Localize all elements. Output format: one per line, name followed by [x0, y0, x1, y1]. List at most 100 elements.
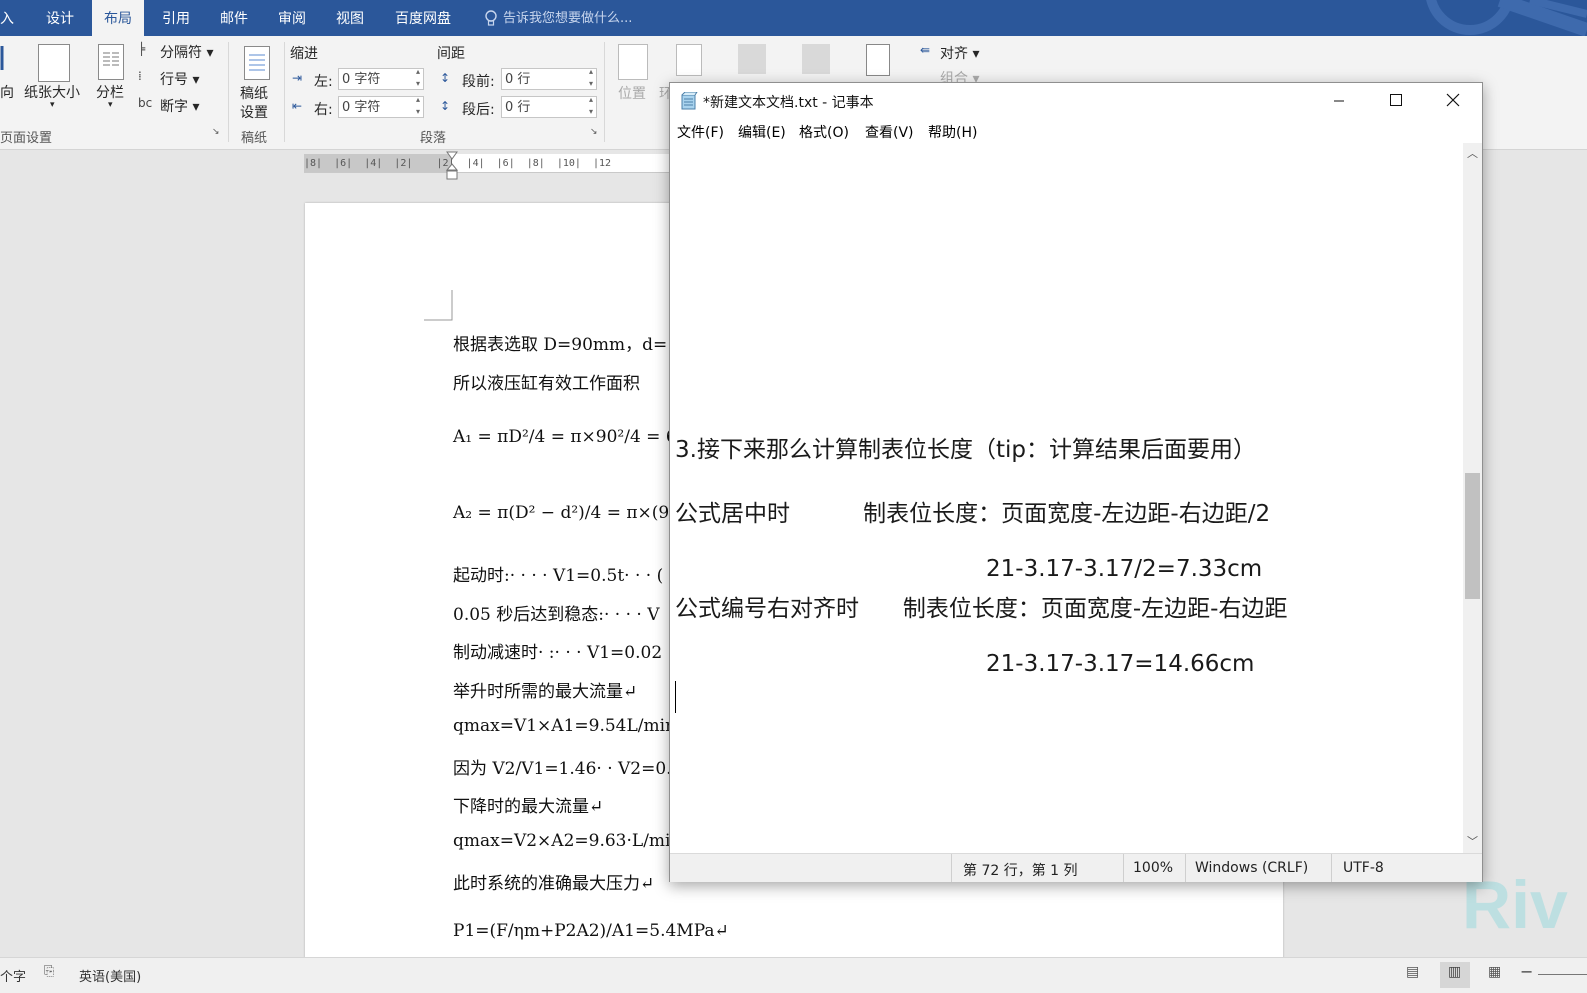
- position-icon: [618, 44, 648, 80]
- tab-mailings[interactable]: 邮件: [220, 0, 248, 36]
- breaks-icon: ╞: [138, 42, 146, 56]
- bring-forward-icon: [738, 44, 766, 74]
- doc-line: 此时系统的准确最大压力↵: [453, 874, 655, 894]
- word-count[interactable]: 个字: [0, 966, 26, 985]
- text-line: 3.接下来那么计算制表位长度（tip：计算结果后面要用）: [675, 437, 1256, 463]
- indent-left-label: 左:: [314, 74, 333, 90]
- language-indicator[interactable]: 英语(美国): [79, 966, 141, 985]
- menu-edit[interactable]: 编辑(E): [738, 122, 786, 142]
- spacing-before-label: 段前:: [462, 74, 495, 90]
- group-divider: [604, 42, 605, 142]
- paper-size-button[interactable]: 纸张大小: [24, 82, 80, 102]
- word-ribbon-tabbar: 入 设计 布局 引用 邮件 审阅 视图 百度网盘 告诉我您想要做什么...: [0, 0, 1587, 36]
- scroll-down-icon[interactable]: ﹀: [1467, 833, 1478, 849]
- draft-paper-button[interactable]: 稿纸: [240, 83, 268, 103]
- orientation-icon: [0, 46, 4, 70]
- web-layout-icon[interactable]: ▦: [1488, 964, 1501, 980]
- text-line: 公式居中时 制表位长度：页面宽度-左边距-右边距/2: [675, 501, 1271, 527]
- tab-references[interactable]: 引用: [162, 0, 190, 36]
- menu-format[interactable]: 格式(O): [799, 122, 849, 142]
- wrap-text-icon: [676, 44, 702, 76]
- spacing-after-icon: ↕: [440, 99, 451, 113]
- notepad-title-bar[interactable]: *新建文本文档.txt - 记事本: [670, 83, 1482, 119]
- chevron-down-icon: ▾: [108, 100, 113, 110]
- breaks-button[interactable]: 分隔符 ▾: [160, 42, 213, 62]
- zoom-level: 100%: [1133, 860, 1174, 876]
- position-button[interactable]: 位置: [618, 83, 646, 103]
- text-line: 公式编号右对齐时 制表位长度：页面宽度-左边距-右边距: [675, 596, 1288, 622]
- spacing-before-icon: ↕: [440, 71, 451, 85]
- indent-left-input[interactable]: 0 字符: [338, 66, 424, 90]
- dialog-launcher-icon[interactable]: ↘: [212, 127, 220, 137]
- tab-view[interactable]: 视图: [336, 0, 364, 36]
- align-button[interactable]: 对齐 ▾: [940, 43, 979, 63]
- spacing-before-input[interactable]: 0 行: [501, 66, 597, 90]
- indent-marker-icon[interactable]: [445, 150, 459, 182]
- decorative-pattern-icon: [1426, 0, 1587, 36]
- line-ending: Windows (CRLF): [1195, 860, 1309, 876]
- align-icon: ⇚: [920, 43, 931, 57]
- status-divider: [951, 854, 952, 882]
- zoom-slider[interactable]: [1538, 974, 1587, 975]
- notepad-title: *新建文本文档.txt - 记事本: [703, 95, 874, 111]
- hyphenation-button[interactable]: 断字 ▾: [160, 96, 199, 116]
- text-cursor: [675, 681, 676, 713]
- notepad-window[interactable]: *新建文本文档.txt - 记事本 文件(F) 编辑(E) 格式(O) 查看(V…: [669, 82, 1483, 882]
- draft-paper-icon: [244, 46, 270, 80]
- spacing-after-label: 段后:: [462, 102, 495, 118]
- menu-view[interactable]: 查看(V): [865, 122, 914, 142]
- doc-line: 所以液压缸有效工作面积: [453, 374, 640, 394]
- doc-line: qmax=V1×A1=9.54L/min: [453, 716, 677, 736]
- dialog-launcher-icon[interactable]: ↘: [590, 127, 598, 137]
- print-layout-icon: ▥: [1448, 964, 1462, 980]
- doc-line: 举升时所需的最大流量↵: [453, 682, 638, 702]
- proofing-icon[interactable]: ⎘: [44, 964, 54, 979]
- scrollbar-thumb[interactable]: [1465, 473, 1480, 599]
- columns-button[interactable]: 分栏: [96, 82, 124, 102]
- notepad-vertical-scrollbar[interactable]: ︿ ﹀: [1463, 143, 1482, 853]
- tab-design[interactable]: 设计: [46, 0, 74, 36]
- menu-file[interactable]: 文件(F): [677, 122, 724, 142]
- orientation-button[interactable]: 向: [0, 82, 14, 102]
- lightbulb-icon: [484, 10, 498, 32]
- tab-insert[interactable]: 入: [0, 0, 14, 36]
- cursor-position: 第 72 行，第 1 列: [963, 863, 1078, 879]
- doc-equation-a1: A₁ = πD²/4 = π×90²/4 = 636: [453, 427, 699, 447]
- doc-line: 起动时:· · · · V1=0.5t· · · (: [453, 566, 664, 586]
- doc-equation-a2: A₂ = π(D² − d²)/4 = π×(90: [453, 503, 681, 523]
- tab-review[interactable]: 审阅: [278, 0, 306, 36]
- paragraph-group-label: 段落: [420, 131, 447, 146]
- tab-layout[interactable]: 布局: [92, 0, 144, 36]
- indent-header: 缩进: [290, 46, 318, 62]
- doc-line: 下降时的最大流量↵: [453, 797, 604, 817]
- tell-me-search[interactable]: 告诉我您想要做什么...: [503, 0, 632, 36]
- spacing-after-input[interactable]: 0 行: [501, 94, 597, 118]
- menu-help[interactable]: 帮助(H): [928, 122, 977, 142]
- line-numbers-icon: ⁞: [138, 69, 142, 83]
- read-mode-icon[interactable]: ▤: [1406, 964, 1419, 980]
- indent-right-icon: ⇤: [292, 99, 303, 113]
- maximize-button[interactable]: [1367, 83, 1425, 119]
- line-numbers-button[interactable]: 行号 ▾: [160, 69, 199, 89]
- indent-right-input[interactable]: 0 字符: [338, 94, 424, 118]
- doc-line: 0.05 秒后达到稳态:· · · · V: [453, 605, 660, 625]
- close-button[interactable]: [1424, 83, 1482, 119]
- group-divider: [228, 42, 229, 142]
- zoom-out-icon[interactable]: −: [1520, 962, 1533, 981]
- tab-baidu-netdisk[interactable]: 百度网盘: [395, 0, 451, 36]
- notepad-status-bar: 第 72 行，第 1 列 100% Windows (CRLF) UTF-8: [670, 853, 1482, 882]
- doc-line: 因为 V2/V1=1.46· · V2=0.6: [453, 759, 683, 779]
- doc-line: 根据表选取 D=90mm，d=: [453, 335, 668, 355]
- hyphenation-icon: bc: [138, 96, 153, 110]
- status-divider: [1185, 854, 1186, 882]
- paper-size-icon: [38, 44, 70, 82]
- minimize-button[interactable]: [1310, 83, 1368, 119]
- word-status-bar: 个字 ⎘ 英语(美国) ▤ ▥ ▦ −: [0, 957, 1587, 993]
- encoding: UTF-8: [1343, 860, 1384, 876]
- notepad-text-area[interactable]: 3.接下来那么计算制表位长度（tip：计算结果后面要用） 公式居中时 制表位长度…: [670, 143, 1463, 853]
- notepad-menu-bar: 文件(F) 编辑(E) 格式(O) 查看(V) 帮助(H): [670, 119, 1482, 143]
- scroll-up-icon[interactable]: ︿: [1467, 145, 1478, 161]
- draft-group-label: 稿纸: [241, 131, 268, 146]
- doc-line: 制动减速时· :· · · V1=0.02: [453, 643, 663, 663]
- draft-paper-button-line2[interactable]: 设置: [240, 102, 268, 122]
